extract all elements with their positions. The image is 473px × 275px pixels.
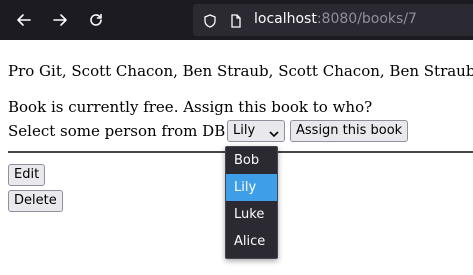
browser-toolbar: localhost:8080/books/7: [0, 0, 473, 40]
book-title: Pro Git, Scott Chacon, Ben Straub, Scott…: [8, 62, 473, 80]
person-dropdown[interactable]: Bob Lily Luke Alice: [225, 146, 278, 259]
dropdown-option-luke[interactable]: Luke: [226, 201, 277, 228]
status-text: Book is currently free. Assign this book…: [8, 98, 373, 116]
page-icon[interactable]: [229, 13, 243, 32]
back-arrow-icon[interactable]: [12, 8, 36, 32]
person-select[interactable]: Lily: [227, 120, 285, 142]
reload-icon[interactable]: [84, 8, 108, 32]
dropdown-option-bob[interactable]: Bob: [226, 147, 277, 174]
select-label: Select some person from DB: [8, 122, 226, 140]
shield-icon[interactable]: [203, 13, 217, 32]
url-bar[interactable]: localhost:8080/books/7: [193, 4, 473, 36]
assign-book-button[interactable]: Assign this book: [290, 120, 409, 142]
chevron-down-icon: [269, 127, 279, 142]
url-host: localhost: [254, 11, 317, 27]
delete-button[interactable]: Delete: [8, 190, 63, 212]
dropdown-option-lily[interactable]: Lily: [226, 174, 277, 201]
selected-person: Lily: [233, 123, 256, 138]
url-path: :8080/books/7: [316, 11, 417, 27]
edit-button[interactable]: Edit: [8, 164, 46, 186]
forward-arrow-icon[interactable]: [48, 8, 72, 32]
dropdown-option-alice[interactable]: Alice: [226, 228, 277, 255]
url-text[interactable]: localhost:8080/books/7: [254, 11, 417, 27]
